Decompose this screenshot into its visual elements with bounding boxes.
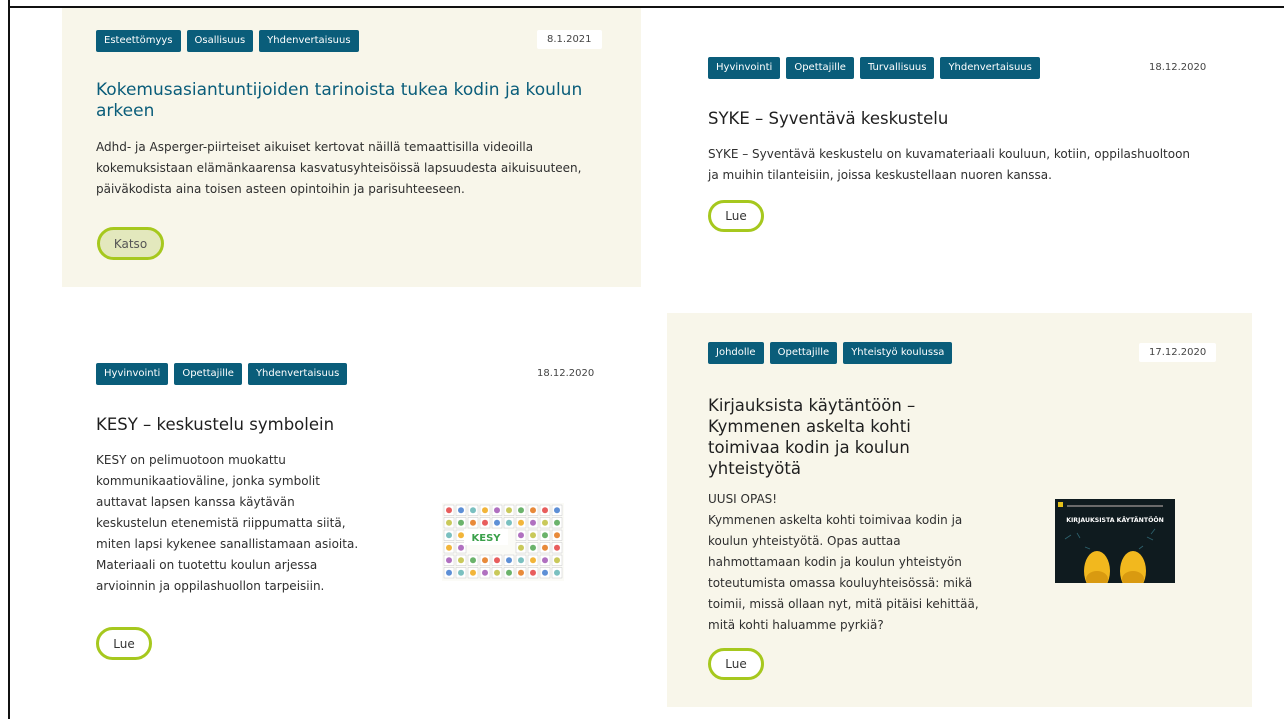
watch-button[interactable]: Katso <box>97 227 164 260</box>
tag-johdolle[interactable]: Johdolle <box>708 342 764 364</box>
guide-cover-image: KIRJAUKSISTA KÄYTÄNTÖÖN <box>1055 499 1175 583</box>
frame-border-left <box>8 0 10 719</box>
article-date: 18.12.2020 <box>1139 58 1217 77</box>
tag-hyvinvointi[interactable]: Hyvinvointi <box>96 363 169 385</box>
read-button[interactable]: Lue <box>96 627 152 660</box>
article-title[interactable]: Kirjauksista käytäntöön – Kymmenen askel… <box>708 395 963 479</box>
tag-yhdenvertaisuus[interactable]: Yhdenvertaisuus <box>247 363 348 385</box>
kesy-game-board-image: KESY <box>442 503 564 581</box>
article-description-lead: UUSI OPAS! <box>708 492 778 506</box>
tag-list: Hyvinvointi Opettajille Yhdenvertaisuus <box>96 363 348 385</box>
read-button[interactable]: Lue <box>708 200 764 232</box>
read-button[interactable]: Lue <box>708 648 764 680</box>
article-description: SYKE – Syventävä keskustelu on kuvamater… <box>708 147 1191 182</box>
tag-turvallisuus[interactable]: Turvallisuus <box>859 57 935 79</box>
kesy-logo-text: KESY <box>471 533 501 544</box>
tag-esteettomyys[interactable]: Esteettömyys <box>96 30 181 52</box>
tag-opettajille[interactable]: Opettajille <box>786 57 854 79</box>
tag-yhdenvertaisuus[interactable]: Yhdenvertaisuus <box>940 57 1040 79</box>
tag-list: Johdolle Opettajille Yhteistyö koulussa <box>708 342 953 364</box>
tag-opettajille[interactable]: Opettajille <box>769 342 838 364</box>
article-date: 8.1.2021 <box>537 30 602 49</box>
tag-list: Hyvinvointi Opettajille Turvallisuus Yhd… <box>708 57 1040 79</box>
tag-hyvinvointi[interactable]: Hyvinvointi <box>708 57 781 79</box>
article-description: Adhd- ja Asperger-piirteiset aikuiset ke… <box>96 140 582 196</box>
article-date: 18.12.2020 <box>527 364 605 383</box>
article-title[interactable]: SYKE – Syventävä keskustelu <box>708 108 1208 129</box>
tag-osallisuus[interactable]: Osallisuus <box>186 30 254 52</box>
article-description: KESY on pelimuotoon muokattu kommunikaat… <box>96 453 359 593</box>
tag-opettajille[interactable]: Opettajille <box>174 363 242 385</box>
guide-cover-title: KIRJAUKSISTA KÄYTÄNTÖÖN <box>1066 515 1164 524</box>
tag-yhdenvertaisuus[interactable]: Yhdenvertaisuus <box>259 30 359 52</box>
article-title[interactable]: Kokemusasiantuntijoiden tarinoista tukea… <box>96 80 606 122</box>
tag-yhteistyo-koulussa[interactable]: Yhteistyö koulussa <box>843 342 953 364</box>
tag-list: Esteettömyys Osallisuus Yhdenvertaisuus <box>96 30 359 52</box>
article-title[interactable]: KESY – keskustelu symbolein <box>96 414 516 435</box>
article-description: Kymmenen askelta kohti toimivaa kodin ja… <box>708 513 979 632</box>
article-date: 17.12.2020 <box>1139 343 1217 362</box>
